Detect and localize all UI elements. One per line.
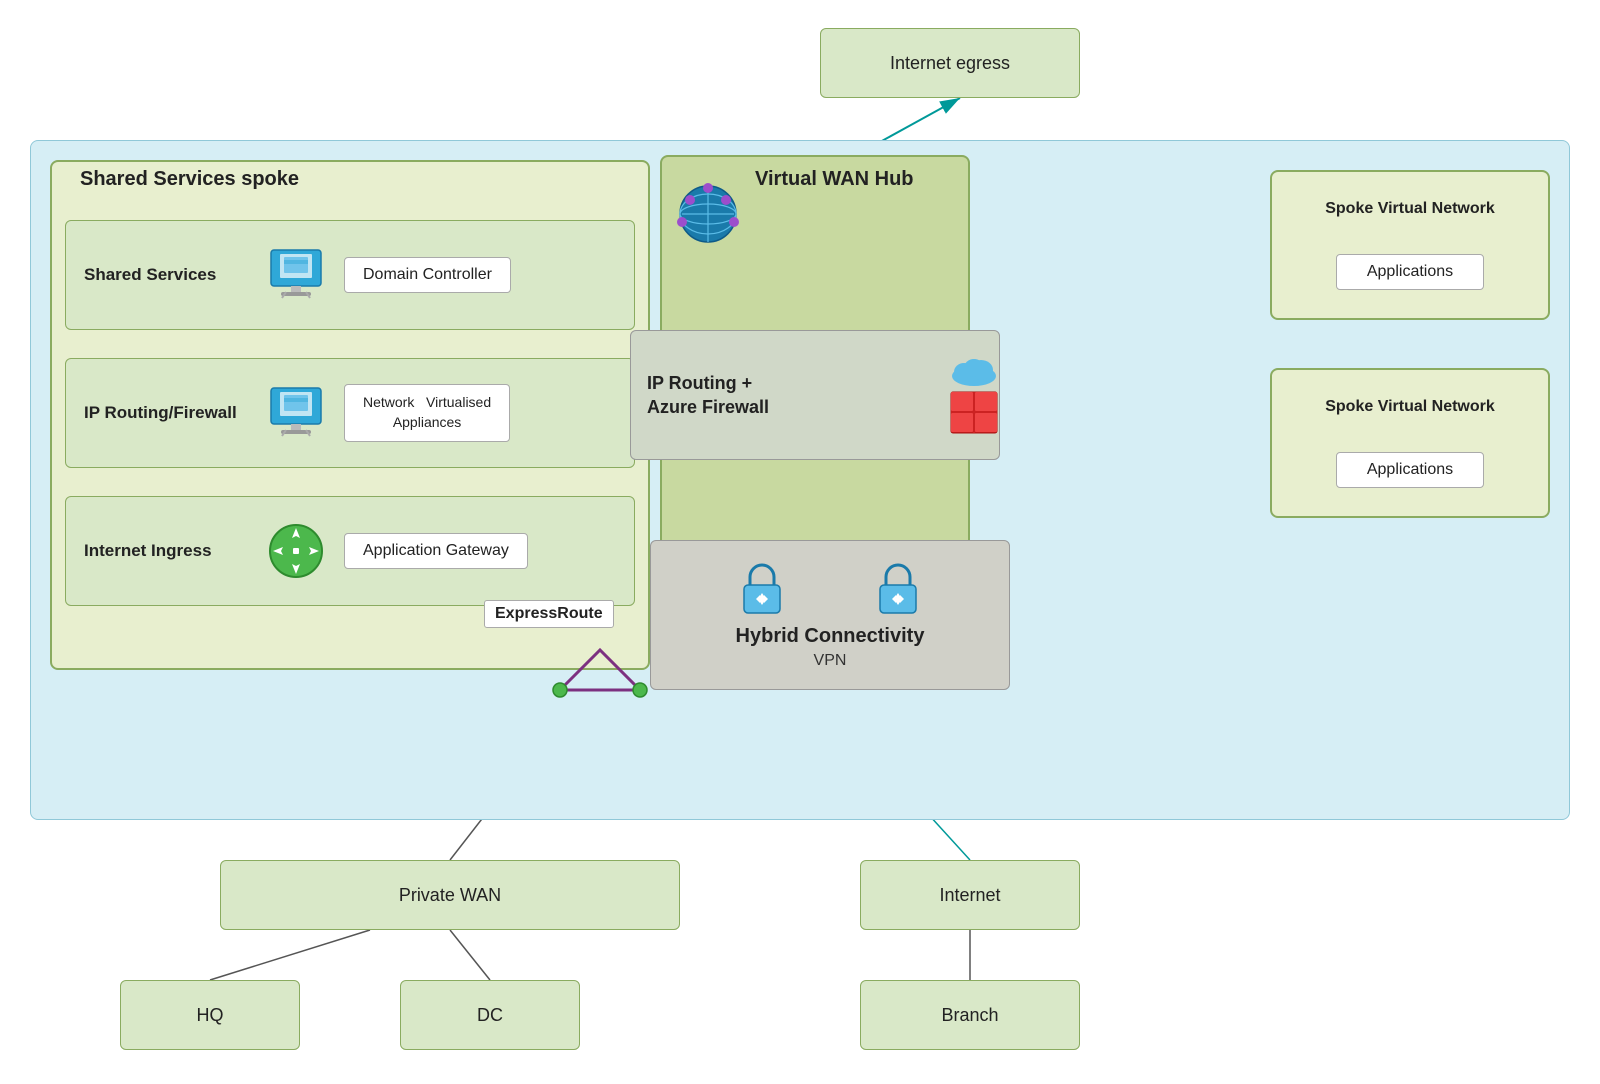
spoke-vnet-2-title: Spoke Virtual Network [1325, 398, 1495, 416]
hybrid-connectivity-title: Hybrid Connectivity [736, 625, 925, 648]
ip-routing-firewall-label: IP Routing/Firewall [66, 403, 256, 423]
spoke-row-shared-services: Shared Services Domain Controller [65, 220, 635, 330]
private-wan-label: Private WAN [399, 885, 501, 906]
monitor-icon-2 [256, 386, 336, 440]
lock-icon-left [734, 561, 790, 617]
internet-egress-box: Internet egress [820, 28, 1080, 98]
internet-box: Internet [860, 860, 1080, 930]
lock-icon-right [870, 561, 926, 617]
private-wan-box: Private WAN [220, 860, 680, 930]
branch-box: Branch [860, 980, 1080, 1050]
branch-label: Branch [941, 1005, 998, 1026]
diagram-container: Internet egress Shared Services spoke Sh… [0, 0, 1600, 1084]
green-diamond-icon [256, 522, 336, 580]
ip-routing-azure-firewall-box: IP Routing +Azure Firewall [630, 330, 1000, 460]
internet-ingress-label: Internet Ingress [66, 541, 256, 561]
expressroute-connector [540, 640, 660, 705]
spoke-row-ip-routing: IP Routing/Firewall Network VirtualisedA… [65, 358, 635, 468]
hq-box: HQ [120, 980, 300, 1050]
globe-icon [668, 172, 748, 252]
domain-controller-box: Domain Controller [344, 257, 511, 293]
app-gateway-box: Application Gateway [344, 533, 528, 569]
shared-services-label: Shared Services [66, 265, 256, 285]
internet-egress-label: Internet egress [890, 53, 1010, 74]
internet-label: Internet [939, 885, 1000, 906]
nva-label: Network VirtualisedAppliances [363, 394, 491, 430]
expressroute-label: ExpressRoute [484, 600, 614, 628]
dc-label: DC [477, 1005, 503, 1026]
spoke-vnet-1-title: Spoke Virtual Network [1325, 200, 1495, 218]
spoke-vnet-1-app: Applications [1336, 254, 1484, 290]
dc-box: DC [400, 980, 580, 1050]
hybrid-connectivity-box: Hybrid Connectivity VPN [650, 540, 1010, 690]
spoke-vnet-1: Spoke Virtual Network Applications [1270, 170, 1550, 320]
ip-routing-label: IP Routing +Azure Firewall [647, 371, 949, 420]
hybrid-vpn-label: VPN [814, 652, 847, 670]
hybrid-icons-row [734, 561, 926, 617]
spoke-vnet-2-app: Applications [1336, 452, 1484, 488]
nva-box: Network VirtualisedAppliances [344, 384, 510, 441]
monitor-icon [256, 248, 336, 302]
spoke-row-internet-ingress: Internet Ingress Application Gateway [65, 496, 635, 606]
spoke-vnet-2: Spoke Virtual Network Applications [1270, 368, 1550, 518]
shared-services-spoke-title: Shared Services spoke [80, 168, 299, 191]
hq-label: HQ [197, 1005, 224, 1026]
azure-firewall-icon [949, 356, 999, 435]
vwan-hub-label: Virtual WAN Hub [755, 168, 914, 191]
